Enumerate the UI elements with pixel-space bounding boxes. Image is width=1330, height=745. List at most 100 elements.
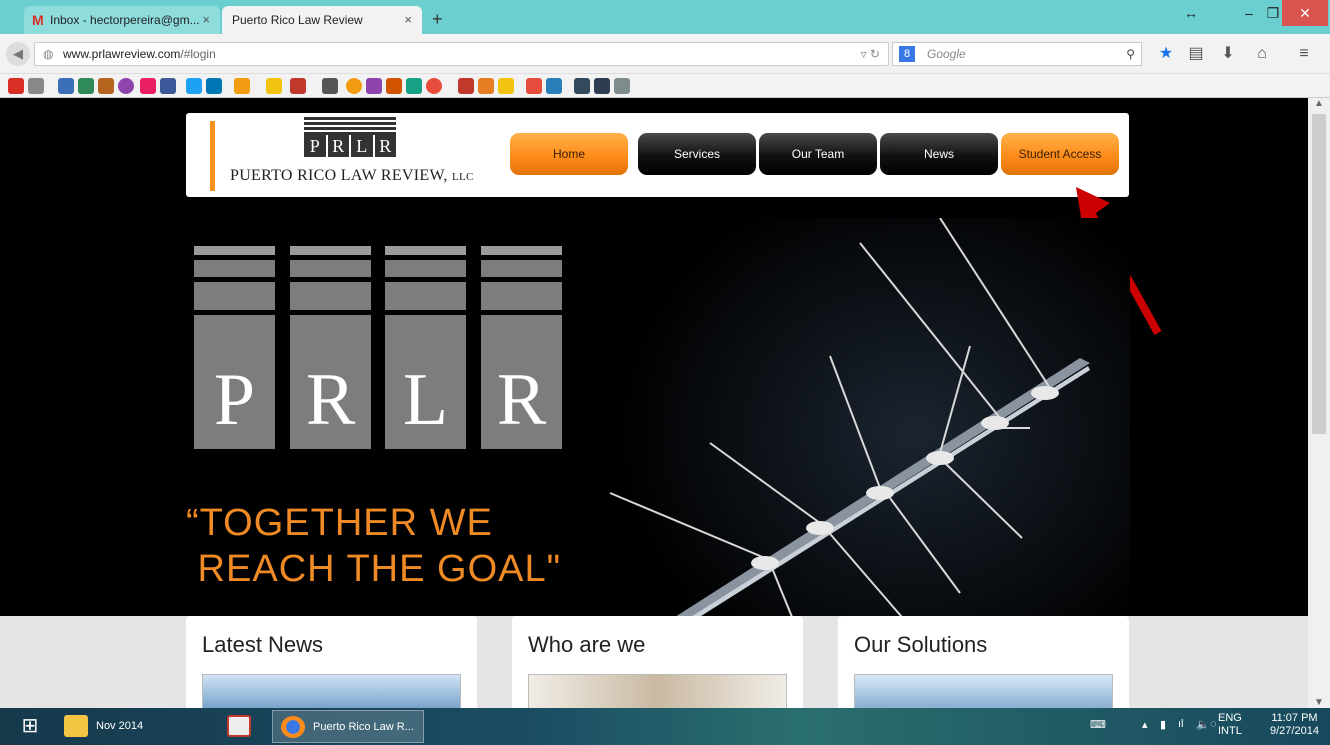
search-placeholder: Google xyxy=(927,47,966,61)
linkedin-icon[interactable] xyxy=(206,78,222,94)
taskbar-folder-item[interactable]: Nov 2014 xyxy=(56,710,206,743)
logo-letter: R xyxy=(374,135,396,157)
network-icon[interactable]: ▮ xyxy=(1160,718,1166,731)
bookmark-star-icon[interactable]: ★ xyxy=(1154,42,1178,66)
browser-tab-bar: M Inbox - hectorpereira@gm... × Puerto R… xyxy=(0,0,1330,34)
address-bar[interactable]: ◍ www.prlawreview.com/#login ▿ ↻ xyxy=(34,42,889,66)
bookmark-icon[interactable] xyxy=(28,78,44,94)
hero-logo-letter: R xyxy=(481,315,562,449)
bookmark-icon[interactable] xyxy=(426,78,442,94)
bookmark-icon[interactable] xyxy=(366,78,382,94)
menu-icon[interactable]: ≡ xyxy=(1292,42,1316,66)
logo-letter: R xyxy=(327,135,349,157)
reload-icon[interactable]: ▿ ↻ xyxy=(861,43,880,65)
gears-image xyxy=(854,674,1113,708)
paypal-icon[interactable] xyxy=(546,78,562,94)
amazon-icon[interactable] xyxy=(478,78,494,94)
site-logo[interactable]: P R L R xyxy=(304,135,396,157)
bookmark-icon[interactable] xyxy=(118,78,134,94)
hero-logo-letter: P xyxy=(194,315,275,449)
flickr-icon[interactable] xyxy=(140,78,156,94)
minimize-button[interactable]: – xyxy=(1236,0,1262,26)
bookmark-icon[interactable] xyxy=(322,78,338,94)
windows-start-button[interactable]: ⊞ xyxy=(10,710,50,743)
reading-list-icon[interactable]: ▤ xyxy=(1184,42,1208,66)
taskbar-item-label: Nov 2014 xyxy=(96,720,144,732)
volume-icon[interactable]: 🔈 xyxy=(1196,718,1210,731)
bookmark-icon[interactable] xyxy=(594,78,610,94)
blogger-icon[interactable] xyxy=(234,78,250,94)
hero-logo-letter: R xyxy=(290,315,371,449)
bookmark-icon[interactable] xyxy=(386,78,402,94)
navigation-bar: ◀ ◍ www.prlawreview.com/#login ▿ ↻ 8 Goo… xyxy=(0,34,1330,74)
show-hidden-icons-icon[interactable]: ▴ xyxy=(1142,718,1148,731)
firefox-icon xyxy=(281,716,305,738)
new-tab-button[interactable]: + xyxy=(432,9,443,30)
download-icon[interactable]: ⬇ xyxy=(1216,42,1240,66)
windows-taskbar: ⊞ Nov 2014 Puerto Rico Law R... ⌨ ▴ ▮ ıl… xyxy=(0,708,1330,745)
tab-prlr[interactable]: Puerto Rico Law Review × xyxy=(222,6,422,34)
bookmark-icon[interactable] xyxy=(458,78,474,94)
folder-icon xyxy=(64,715,88,737)
taskbar-item-label: Puerto Rico Law R... xyxy=(313,721,414,733)
imdb-icon[interactable] xyxy=(498,78,514,94)
search-input[interactable]: 8 Google ⚲ xyxy=(892,42,1142,66)
scroll-up-icon[interactable]: ▲ xyxy=(1308,98,1330,109)
system-tray: ⌨ ▴ ▮ ıl 🔈 ◌ ENG INTL 11:07 PM 9/27/2014 xyxy=(1060,708,1330,745)
team-image xyxy=(528,674,787,708)
web-page: P R L R PUERTO RICO LAW REVIEW, LLC Home… xyxy=(0,98,1308,708)
google-icon: 8 xyxy=(899,46,915,62)
language-indicator[interactable]: ENG INTL xyxy=(1218,712,1242,738)
logo-accent-bar xyxy=(210,121,215,191)
scroll-down-icon[interactable]: ▼ xyxy=(1308,697,1330,708)
gmail-bookmark-icon[interactable] xyxy=(8,78,24,94)
logo-letter: L xyxy=(351,135,373,157)
resize-icon[interactable]: ↔ xyxy=(1178,0,1204,26)
bookmark-icon[interactable] xyxy=(526,78,542,94)
facebook-icon[interactable] xyxy=(160,78,176,94)
search-icon[interactable]: ⚲ xyxy=(1126,43,1135,65)
nav-news-button[interactable]: News xyxy=(880,133,998,175)
nav-our-team-button[interactable]: Our Team xyxy=(759,133,877,175)
hero-slogan: “TOGETHER WE REACH THE GOAL" xyxy=(186,500,561,592)
app-icon xyxy=(227,715,251,737)
bookmark-icon[interactable] xyxy=(78,78,94,94)
who-are-we-panel[interactable]: Who are we xyxy=(512,616,803,708)
update-icon[interactable]: ◌ xyxy=(1210,718,1217,730)
taskbar-firefox-item[interactable]: Puerto Rico Law R... xyxy=(272,710,424,743)
tab-inbox[interactable]: M Inbox - hectorpereira@gm... × xyxy=(24,6,220,34)
close-icon[interactable]: × xyxy=(404,6,412,34)
bookmark-icon[interactable] xyxy=(346,78,362,94)
bookmark-icon[interactable] xyxy=(290,78,306,94)
hero-logo: P R L R xyxy=(194,246,562,451)
bookmark-icon[interactable] xyxy=(574,78,590,94)
nav-home-button[interactable]: Home xyxy=(510,133,628,175)
bookmark-icon[interactable] xyxy=(266,78,282,94)
taskbar-app-item[interactable] xyxy=(210,710,268,743)
twitter-icon[interactable] xyxy=(186,78,202,94)
close-icon[interactable]: × xyxy=(202,6,210,34)
home-icon[interactable]: ⌂ xyxy=(1250,42,1274,66)
tab-label: Inbox - hectorpereira@gm... xyxy=(50,13,200,27)
bookmark-icon[interactable] xyxy=(98,78,114,94)
nav-services-button[interactable]: Services xyxy=(638,133,756,175)
signal-icon[interactable]: ıl xyxy=(1178,718,1184,730)
panel-title: Who are we xyxy=(528,632,646,657)
keyboard-icon[interactable]: ⌨ xyxy=(1090,718,1106,731)
nav-student-access-button[interactable]: Student Access xyxy=(1001,133,1119,175)
bookmark-icon[interactable] xyxy=(614,78,630,94)
clock[interactable]: 11:07 PM 9/27/2014 xyxy=(1270,712,1319,738)
scroll-thumb[interactable] xyxy=(1312,114,1326,434)
slogan-line: “TOGETHER WE xyxy=(186,502,493,544)
gmail-icon: M xyxy=(32,12,44,28)
site-header: P R L R PUERTO RICO LAW REVIEW, LLC Home… xyxy=(186,113,1129,197)
url-path: /#login xyxy=(180,47,216,61)
slogan-line: REACH THE GOAL" xyxy=(186,548,562,590)
back-button[interactable]: ◀ xyxy=(6,42,30,66)
close-window-button[interactable]: ✕ xyxy=(1282,0,1328,26)
bookmark-icon[interactable] xyxy=(406,78,422,94)
vertical-scrollbar[interactable]: ▲ ▼ xyxy=(1308,98,1330,708)
our-solutions-panel[interactable]: Our Solutions xyxy=(838,616,1129,708)
latest-news-panel[interactable]: Latest News xyxy=(186,616,477,708)
bookmark-icon[interactable] xyxy=(58,78,74,94)
